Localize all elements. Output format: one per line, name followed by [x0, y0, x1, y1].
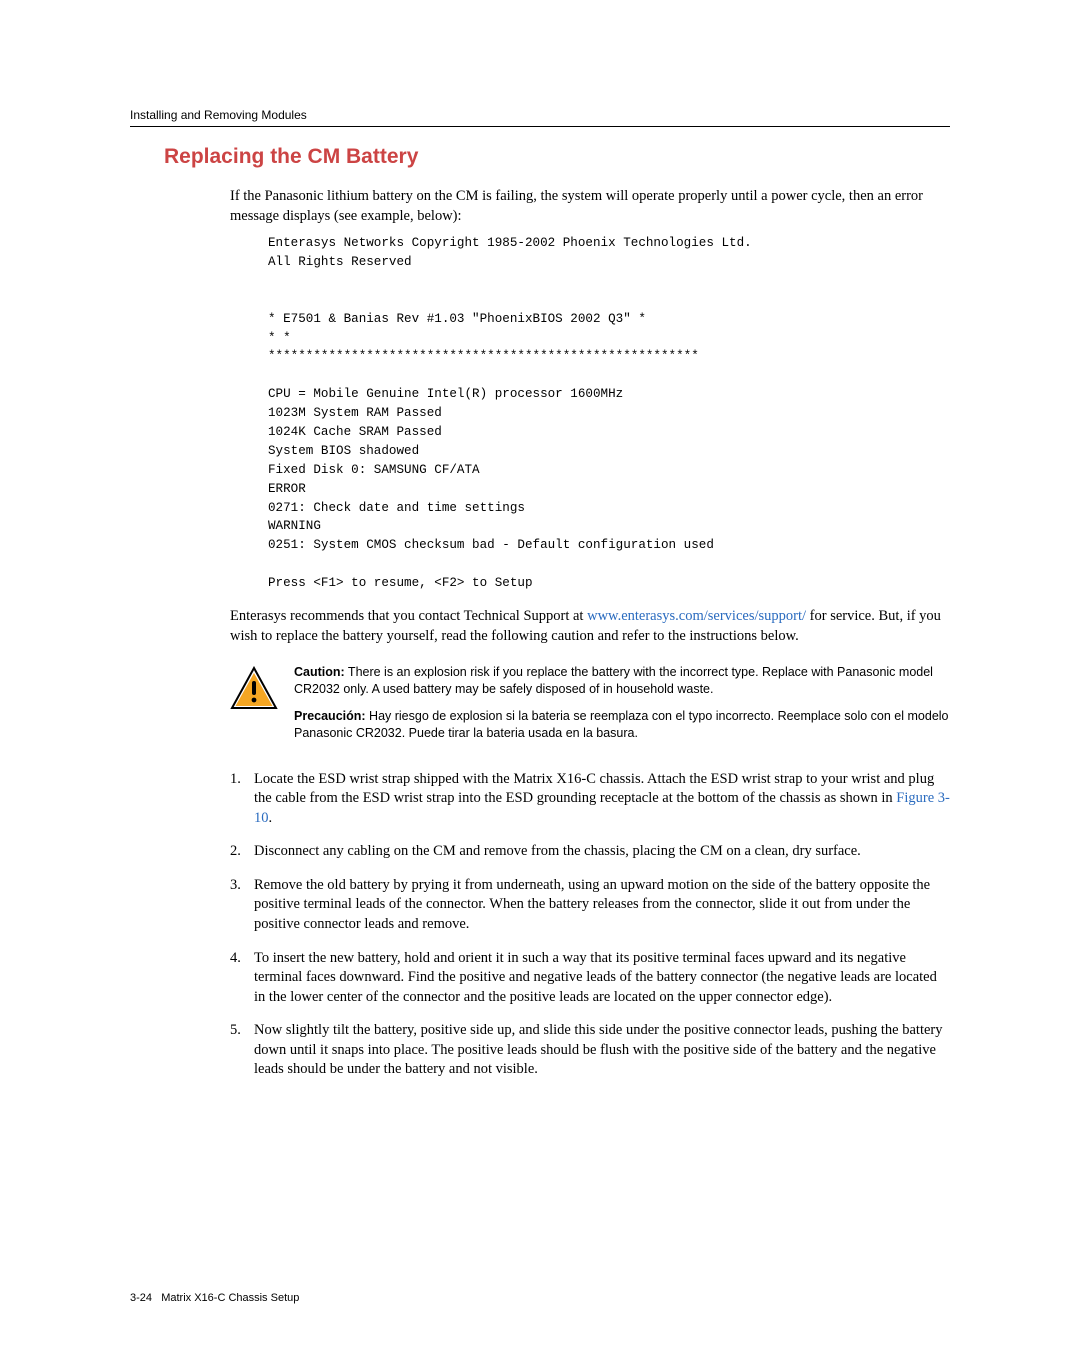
caution-text-es: Hay riesgo de explosion si la bateria se…	[294, 709, 949, 740]
step-number: 1.	[230, 770, 241, 790]
rec-text-pre: Enterasys recommends that you contact Te…	[230, 608, 587, 624]
page-footer: 3-24 Matrix X16-C Chassis Setup	[130, 1292, 299, 1304]
step-1: 1. Locate the ESD wrist strap shipped wi…	[230, 770, 950, 829]
caution-text-en: There is an explosion risk if you replac…	[294, 665, 933, 696]
caution-box: Caution: There is an explosion risk if y…	[230, 664, 950, 752]
support-link[interactable]: www.enterasys.com/services/support/	[587, 608, 806, 624]
warning-triangle-icon	[230, 666, 278, 717]
precaucion-label: Precaución:	[294, 709, 366, 723]
caution-spanish: Precaución: Hay riesgo de explosion si l…	[294, 708, 950, 742]
recommendation-paragraph: Enterasys recommends that you contact Te…	[230, 607, 950, 646]
step-3: 3. Remove the old battery by prying it f…	[230, 876, 950, 935]
step-2: 2. Disconnect any cabling on the CM and …	[230, 842, 950, 862]
caution-english: Caution: There is an explosion risk if y…	[294, 664, 950, 698]
step-number: 3.	[230, 876, 241, 896]
step-text: To insert the new battery, hold and orie…	[254, 950, 937, 1005]
step-text: Now slightly tilt the battery, positive …	[254, 1022, 943, 1077]
step-text: Remove the old battery by prying it from…	[254, 877, 930, 932]
caution-label: Caution:	[294, 665, 345, 679]
step-text: Locate the ESD wrist strap shipped with …	[254, 771, 934, 807]
error-message-block: Enterasys Networks Copyright 1985-2002 P…	[268, 234, 950, 593]
instruction-list: 1. Locate the ESD wrist strap shipped wi…	[230, 770, 950, 1080]
step-text: Disconnect any cabling on the CM and rem…	[254, 843, 861, 859]
running-header: Installing and Removing Modules	[130, 108, 950, 122]
step-text-end: .	[269, 810, 273, 826]
step-5: 5. Now slightly tilt the battery, positi…	[230, 1021, 950, 1080]
intro-paragraph: If the Panasonic lithium battery on the …	[230, 187, 950, 226]
header-rule	[130, 126, 950, 127]
footer-title: Matrix X16-C Chassis Setup	[161, 1292, 299, 1304]
step-number: 2.	[230, 842, 241, 862]
step-4: 4. To insert the new battery, hold and o…	[230, 949, 950, 1008]
page-number: 3-24	[130, 1292, 152, 1304]
step-number: 4.	[230, 949, 241, 969]
step-number: 5.	[230, 1021, 241, 1041]
section-heading: Replacing the CM Battery	[164, 145, 950, 169]
